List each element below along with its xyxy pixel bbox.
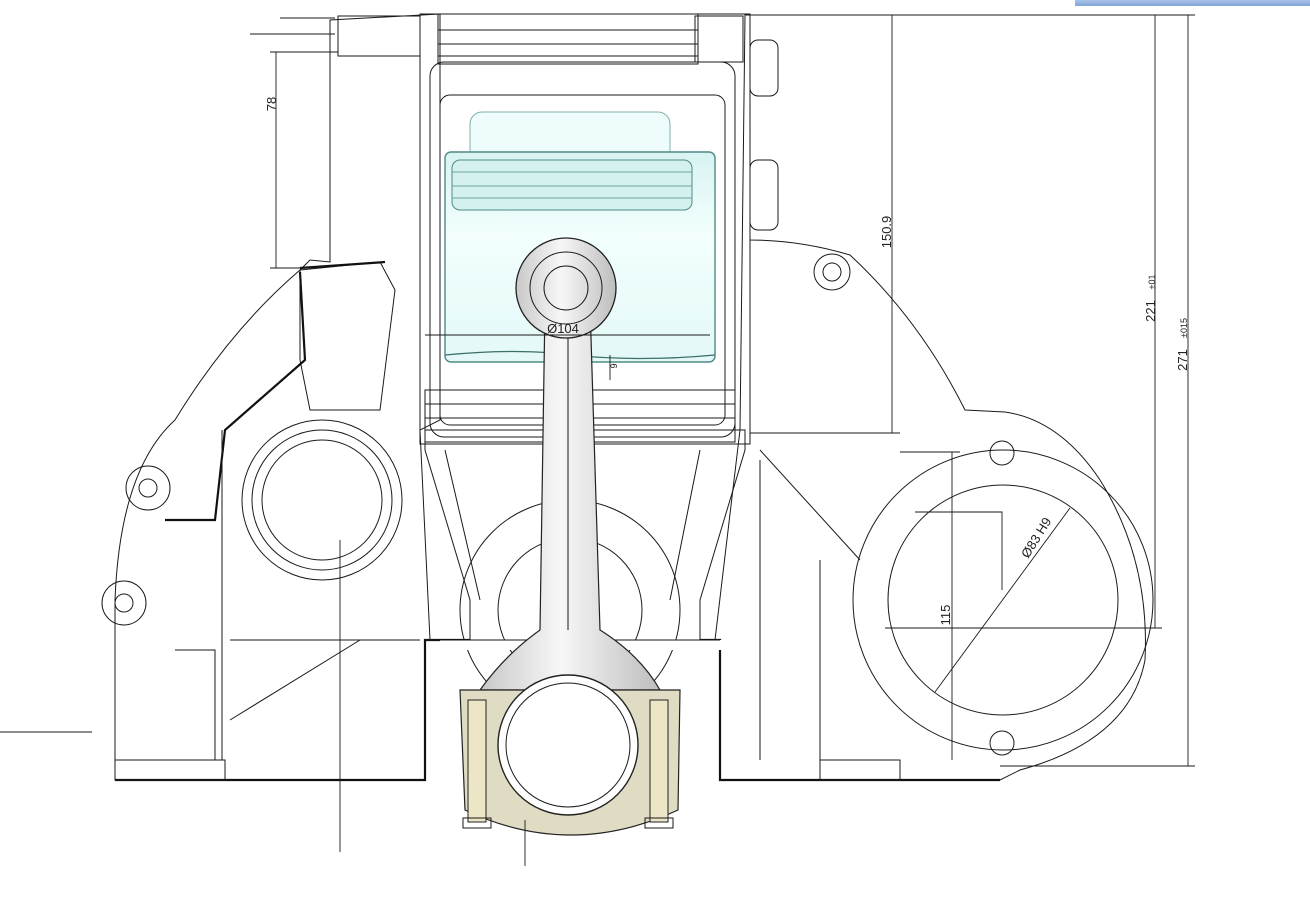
dim-115: 115	[938, 605, 953, 626]
dim-phi104: Ø104	[547, 321, 579, 336]
rod-bolt-left	[467, 699, 487, 823]
left-upper-boss	[125, 465, 171, 511]
piston-ring-land	[451, 159, 693, 211]
crankpin-bore	[497, 674, 639, 816]
rod-shank	[478, 304, 662, 691]
engine-block-cad-drawing: 78 150.9 221 ±01 271 ±015 Ø104 9 115 Ø83…	[0, 13, 1195, 866]
left-bearing-bore	[261, 439, 383, 561]
oil-riser	[299, 261, 396, 411]
left-lower-boss	[101, 580, 147, 626]
top-deck	[337, 13, 744, 65]
dim-221-tolerance: ±01	[1147, 275, 1157, 290]
left-housing	[114, 13, 441, 781]
dim-9: 9	[609, 363, 619, 368]
dim-271-tolerance: ±015	[1179, 318, 1189, 338]
dim-271: 271	[1175, 349, 1190, 371]
left-foot	[114, 759, 226, 781]
flange-upper-hole	[989, 440, 1015, 466]
left-lower-boss-hole	[114, 593, 134, 613]
right-top-hole-boss	[813, 253, 851, 291]
right-top-hole	[822, 262, 842, 282]
dim-221: 221	[1143, 300, 1158, 322]
dim-78: 78	[264, 97, 279, 111]
left-bearing-housing	[241, 419, 403, 581]
right-foot	[819, 759, 901, 781]
left-upper-boss-hole	[138, 478, 158, 498]
dim-150-9: 150.9	[879, 216, 894, 249]
side-port-lower	[749, 159, 779, 231]
right-housing	[714, 14, 1146, 781]
flange-lower-hole	[989, 730, 1015, 756]
rod-bolt-right	[649, 699, 669, 823]
side-port-upper	[749, 39, 779, 97]
